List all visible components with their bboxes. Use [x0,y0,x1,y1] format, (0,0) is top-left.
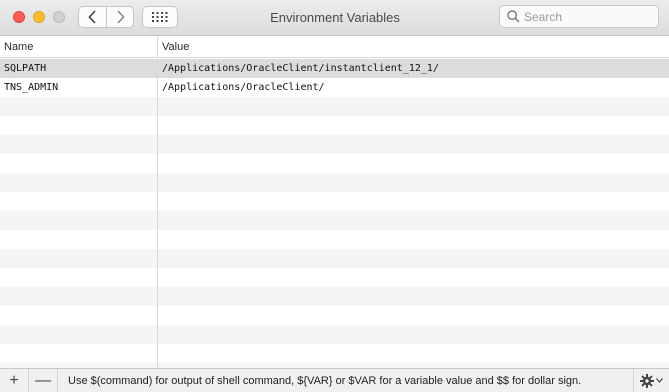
empty-row [0,97,669,116]
variables-table: SQLPATH /Applications/OracleClient/insta… [0,59,669,368]
usage-hint: Use $(command) for output of shell comma… [68,374,582,387]
action-menu-button[interactable] [633,369,669,392]
nav-button-group [78,6,134,28]
remove-variable-button[interactable]: — [29,369,58,392]
variable-name[interactable]: TNS_ADMIN [0,78,158,97]
variable-value[interactable]: /Applications/OracleClient/ [158,78,669,97]
empty-row [0,325,669,344]
bottom-toolbar: + — Use $(command) for output of shell c… [0,368,669,392]
search-input[interactable] [520,6,669,27]
empty-row [0,306,669,325]
forward-button[interactable] [106,7,133,27]
empty-row [0,173,669,192]
zoom-window-button [53,11,65,23]
empty-row [0,211,669,230]
grid-icon [152,12,168,22]
chevron-down-icon [656,378,663,383]
table-row[interactable]: SQLPATH /Applications/OracleClient/insta… [0,59,669,78]
add-variable-button[interactable]: + [0,369,29,392]
empty-row [0,268,669,287]
back-button[interactable] [79,7,106,27]
title-bar: Environment Variables [0,0,669,36]
search-icon [507,10,520,23]
empty-row [0,116,669,135]
variable-value[interactable]: /Applications/OracleClient/instantclient… [158,59,669,78]
gear-icon [640,373,654,388]
empty-row [0,230,669,249]
empty-row [0,344,669,363]
search-field[interactable] [499,5,669,28]
show-all-button[interactable] [142,6,178,28]
close-window-button[interactable] [13,11,25,23]
empty-row [0,192,669,211]
minimize-window-button[interactable] [33,11,45,23]
chevron-left-icon [88,10,96,24]
column-header-value[interactable]: Value [158,37,669,58]
empty-row [0,154,669,173]
empty-row [0,287,669,306]
table-row[interactable]: TNS_ADMIN /Applications/OracleClient/ [0,78,669,97]
variable-name[interactable]: SQLPATH [0,59,158,78]
empty-row [0,249,669,268]
table-header: Name Value [0,37,669,58]
window-title: Environment Variables [270,10,400,25]
column-header-name[interactable]: Name [0,37,158,58]
chevron-right-icon [116,10,125,24]
empty-row [0,135,669,154]
